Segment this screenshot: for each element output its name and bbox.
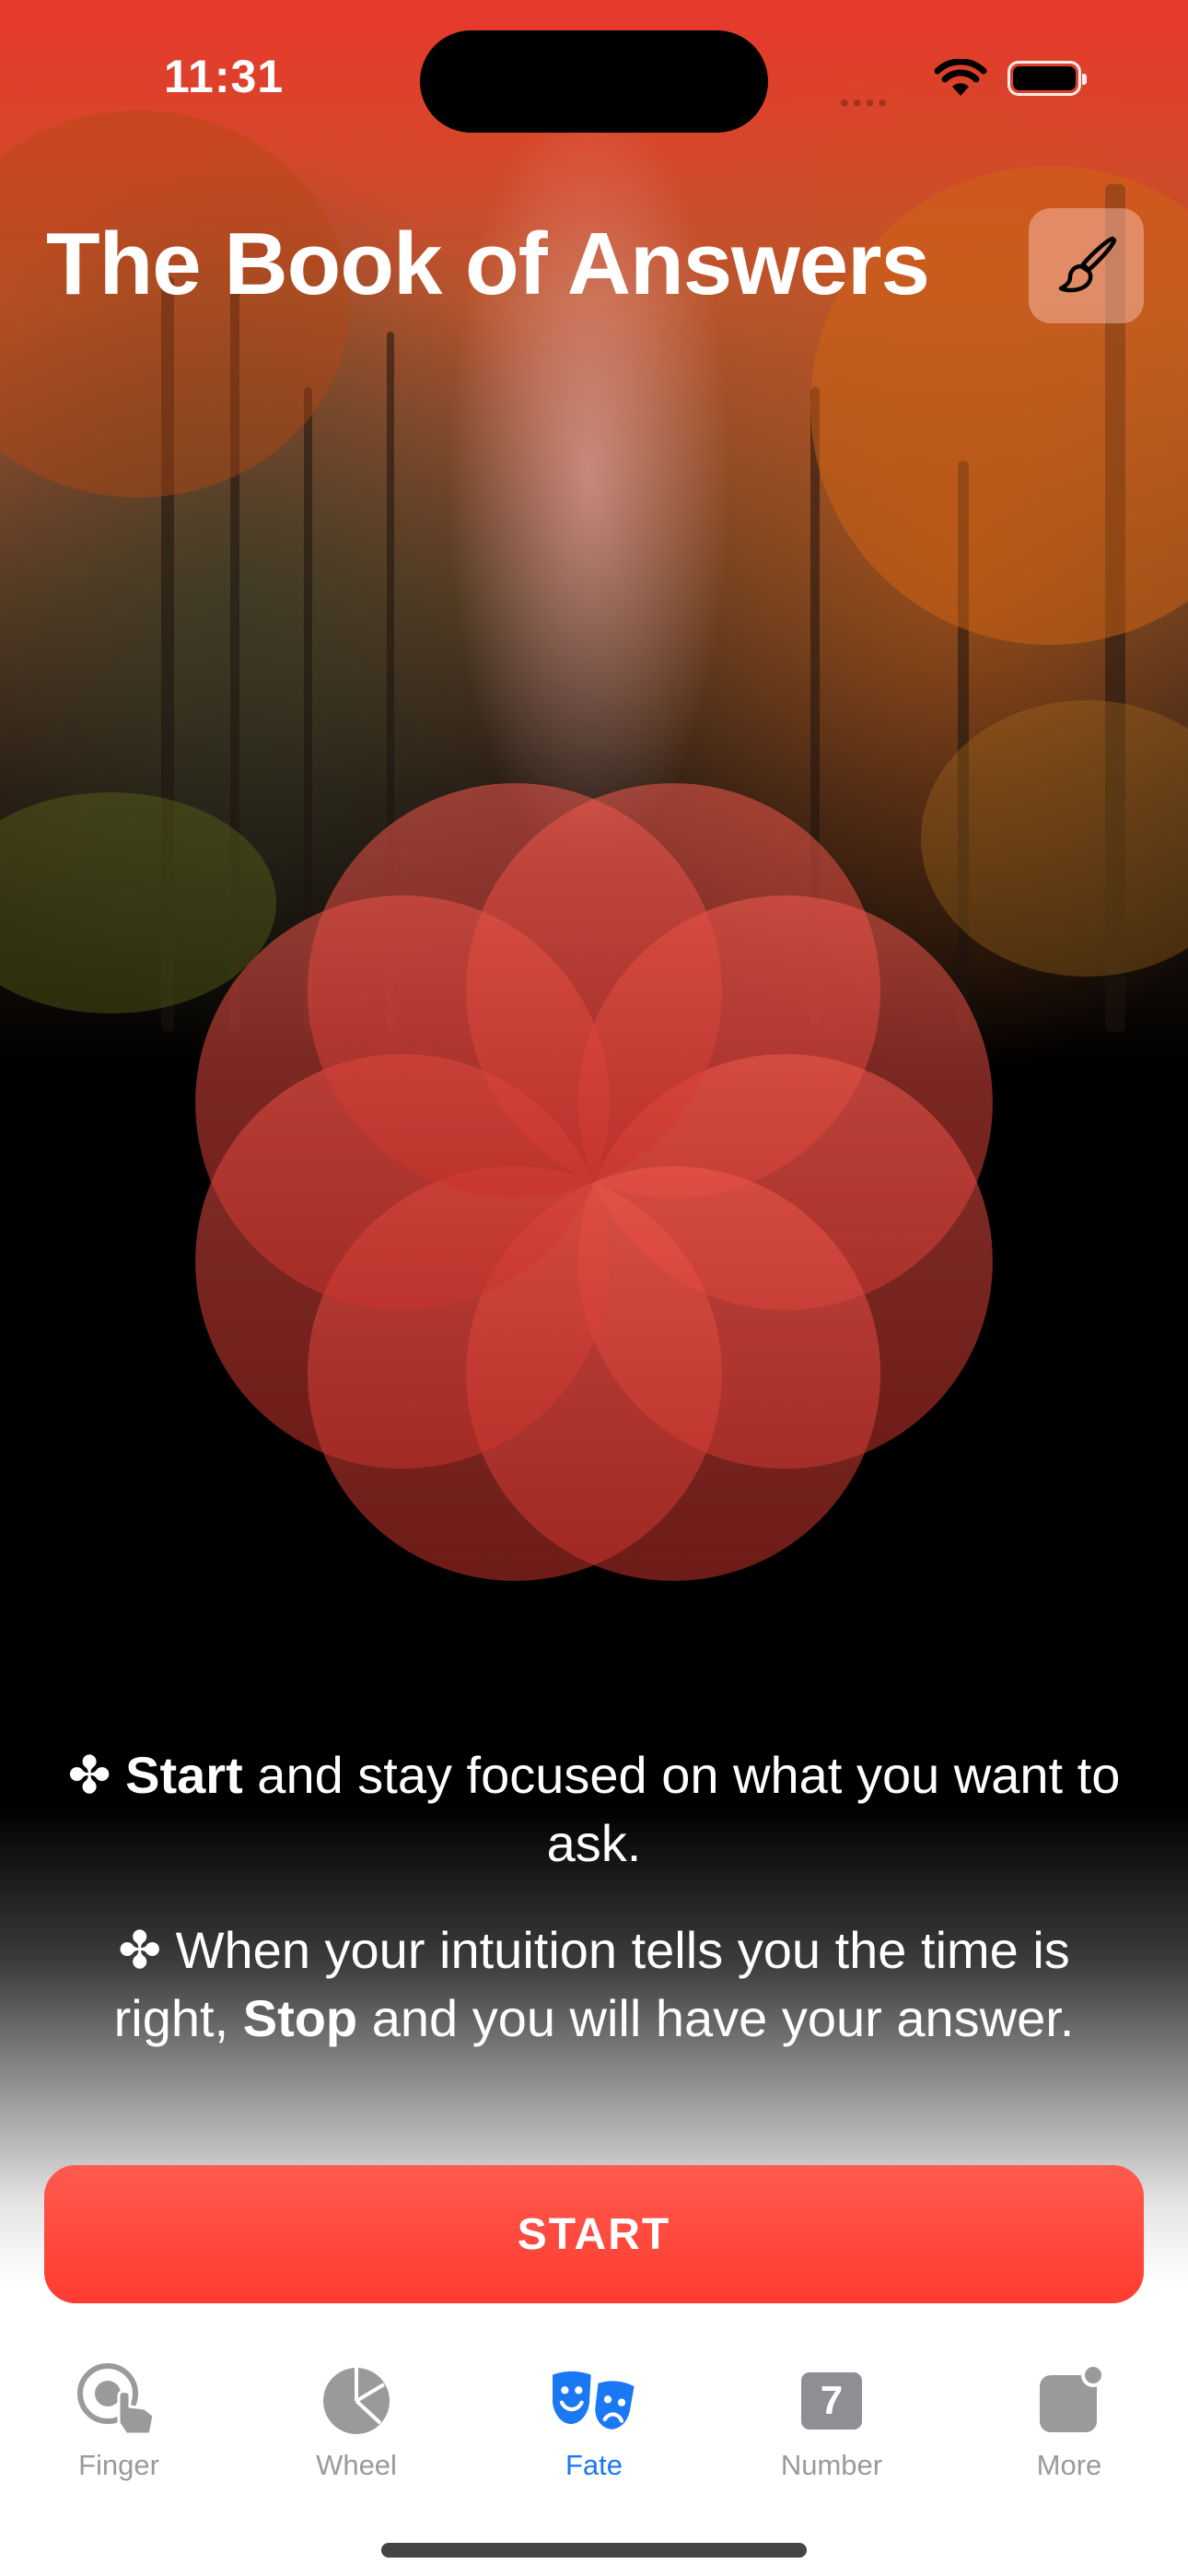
battery-icon <box>1007 61 1087 96</box>
more-badge-icon <box>1040 2364 1105 2432</box>
page-title: The Book of Answers <box>46 215 930 313</box>
instruction-start-bold: Start <box>125 1746 243 1804</box>
tab-finger-label: Finger <box>78 2449 159 2481</box>
home-indicator <box>381 2543 807 2558</box>
tab-more-label: More <box>1036 2449 1102 2481</box>
instruction-stop-rest: and you will have your answer. <box>357 1989 1075 2047</box>
instruction-stop-bold: Stop <box>242 1989 358 2047</box>
wifi-icon <box>934 59 987 96</box>
flower-petal <box>577 1054 993 1469</box>
instruction-start: ✤ Start and stay focused on what you wan… <box>55 1741 1133 1878</box>
flower-petal <box>195 1054 611 1469</box>
tab-number[interactable]: 7 Number <box>713 2340 950 2506</box>
tab-fate[interactable]: Fate <box>475 2340 713 2506</box>
number-seven-icon: 7 <box>801 2372 862 2430</box>
flower-petal <box>466 1165 881 1581</box>
tab-fate-label: Fate <box>565 2449 623 2481</box>
tab-wheel[interactable]: Wheel <box>238 2340 475 2506</box>
theater-masks-icon <box>553 2371 637 2432</box>
tab-wheel-label: Wheel <box>316 2449 397 2481</box>
instruction-start-rest: and stay focused on what you want to ask… <box>242 1746 1121 1872</box>
status-indicators <box>934 59 1087 98</box>
finger-tap-icon <box>77 2363 156 2436</box>
tab-number-label: Number <box>780 2449 883 2481</box>
paintbrush-icon <box>1058 236 1116 292</box>
screen: 11:31 •••• The Book of Answers ✤ Start a… <box>0 0 1188 2576</box>
theme-brush-button[interactable] <box>1029 208 1144 323</box>
instruction-stop: ✤ When your intuition tells you the time… <box>55 1916 1133 2053</box>
instruction-start-prefix: ✤ <box>67 1746 126 1804</box>
tab-bar: Finger Wheel Fate 7 Number More <box>0 2340 1188 2506</box>
tab-finger[interactable]: Finger <box>0 2340 238 2506</box>
forest-background <box>0 0 1188 1069</box>
dynamic-island <box>420 30 768 133</box>
start-button[interactable]: START <box>44 2165 1144 2303</box>
flower-petal <box>307 1165 722 1581</box>
status-time: 11:31 <box>164 51 285 102</box>
pie-wheel-icon <box>323 2368 390 2434</box>
tab-more[interactable]: More <box>950 2340 1188 2506</box>
signal-icon: •••• <box>840 88 891 117</box>
